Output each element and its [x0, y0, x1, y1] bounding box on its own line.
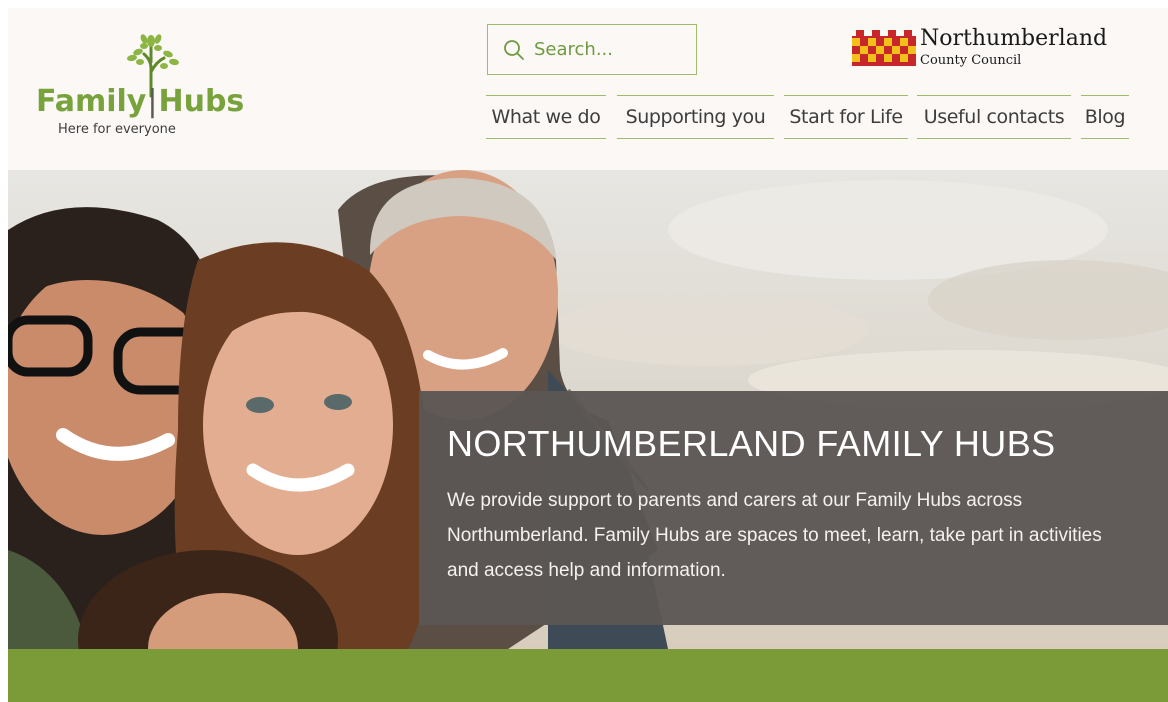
hero-description: We provide support to parents and carers… — [447, 490, 1102, 581]
council-crest-icon — [852, 30, 916, 66]
nav-item-what-we-do[interactable]: What we do — [486, 95, 606, 139]
search-input[interactable] — [534, 39, 684, 60]
green-footer-band — [8, 649, 1168, 702]
hero-banner: NORTHUMBERLAND FAMILY HUBS We provide su… — [8, 170, 1168, 649]
council-name: Northumberland — [920, 26, 1108, 51]
nav-item-start-for-life[interactable]: Start for Life — [784, 95, 908, 139]
nav-item-useful-contacts[interactable]: Useful contacts — [917, 95, 1071, 139]
council-subname: County Council — [920, 53, 1022, 68]
hero-overlay-panel: NORTHUMBERLAND FAMILY HUBS We provide su… — [419, 391, 1168, 625]
search-icon[interactable] — [502, 38, 526, 62]
council-logo[interactable]: Northumberland County Council — [852, 26, 1134, 72]
nav-item-supporting-you[interactable]: Supporting you — [617, 95, 774, 139]
site-header: Family|Hubs Here for everyone Northumber… — [8, 8, 1168, 170]
search-box[interactable] — [487, 24, 697, 75]
main-nav: What we do Supporting you Start for Life… — [8, 95, 1168, 139]
nav-item-blog[interactable]: Blog — [1081, 95, 1129, 139]
hero-title: NORTHUMBERLAND FAMILY HUBS — [447, 423, 1056, 464]
